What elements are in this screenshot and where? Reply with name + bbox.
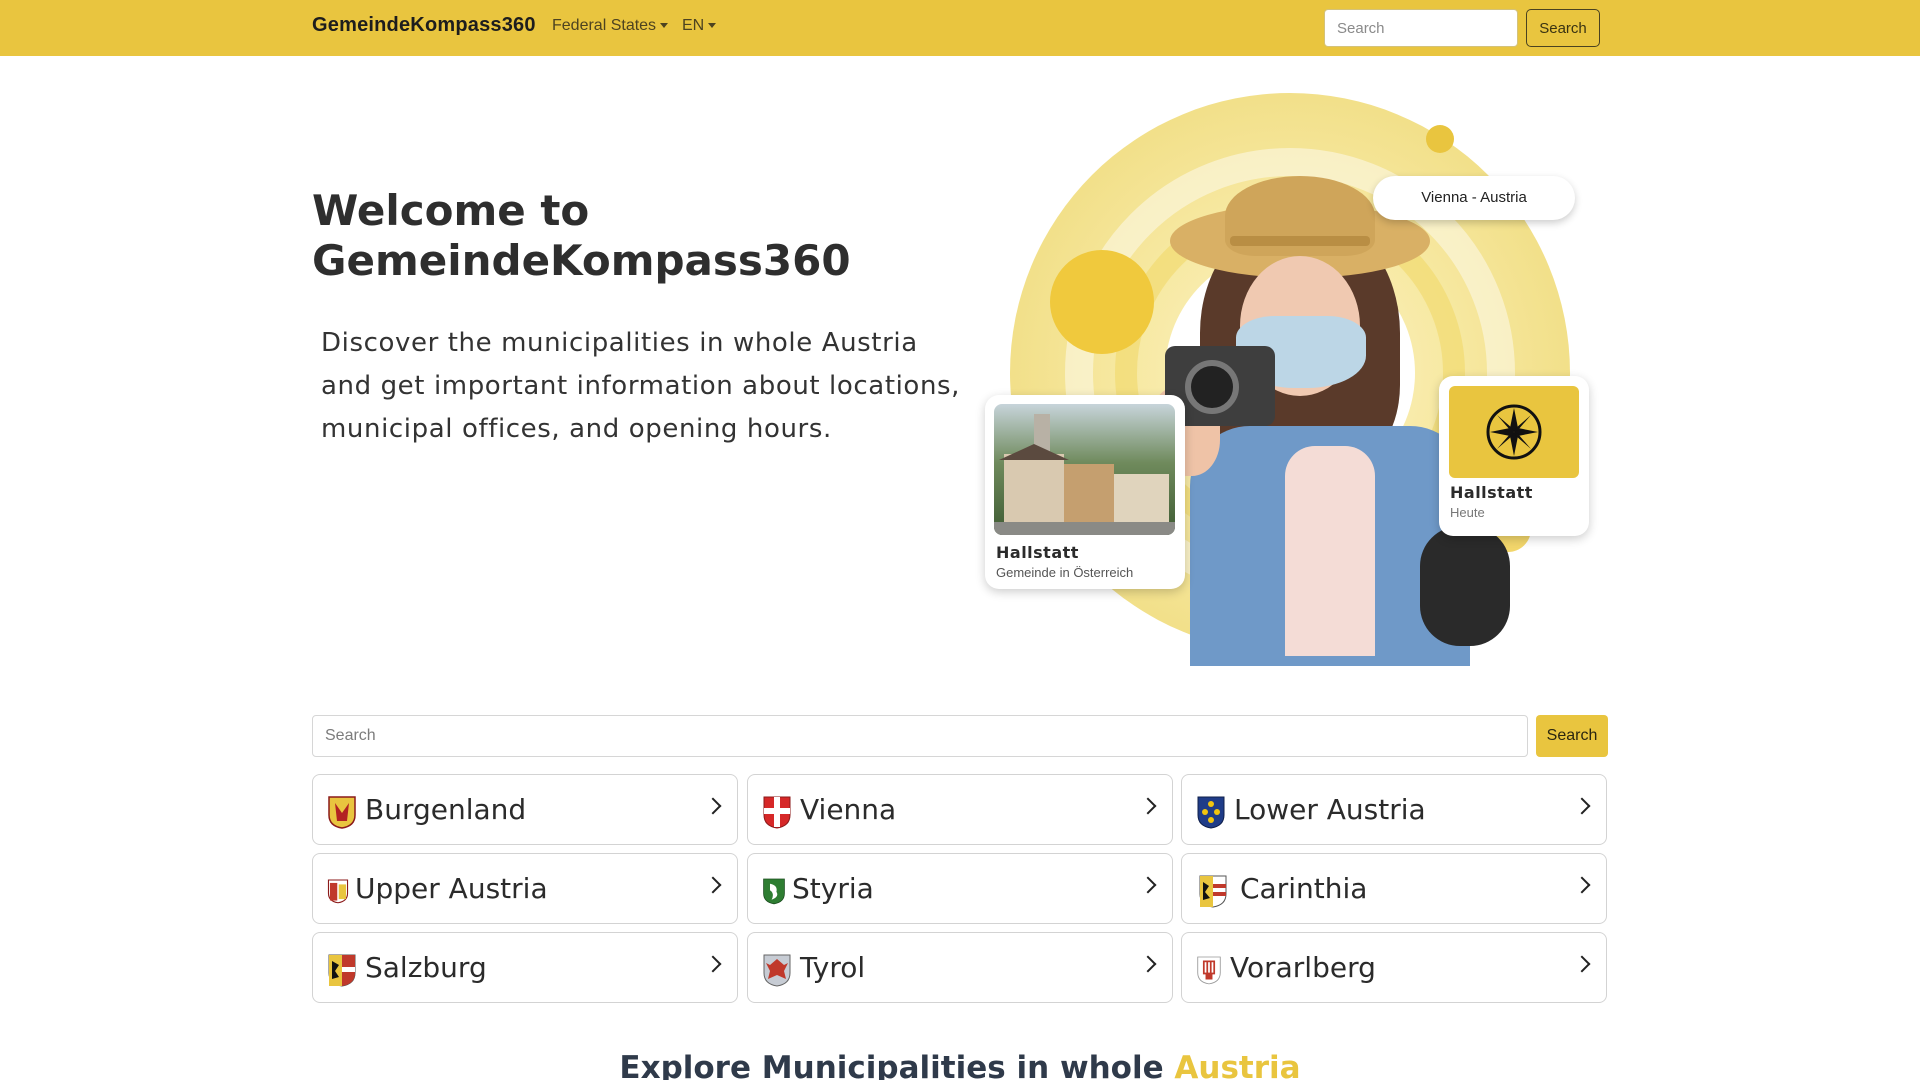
vorarlberg-crest-icon	[1197, 956, 1221, 985]
state-name: Tyrol	[800, 951, 866, 984]
language-label: EN	[682, 17, 705, 34]
hero-title: Welcome to GemeindeKompass360	[312, 186, 851, 285]
state-card-burgenland[interactable]: Burgenland	[312, 774, 738, 845]
chevron-right-icon	[1573, 876, 1591, 894]
chevron-right-icon	[704, 876, 722, 894]
decorative-dot	[1426, 125, 1454, 153]
explore-heading: Explore Municipalities in whole Austria	[0, 1050, 1920, 1080]
decorative-blob	[1050, 250, 1154, 354]
lens-shape	[1185, 360, 1239, 414]
chevron-right-icon	[704, 955, 722, 973]
hat-band-shape	[1230, 236, 1370, 246]
navbar-search-input[interactable]	[1324, 9, 1518, 47]
language-dropdown[interactable]: EN	[682, 17, 717, 35]
state-name: Vorarlberg	[1230, 951, 1376, 984]
state-name: Upper Austria	[355, 872, 548, 905]
photo-card-title: Hallstatt	[996, 543, 1079, 562]
state-card-lower-austria[interactable]: Lower Austria	[1181, 774, 1607, 845]
house-shape	[1064, 464, 1114, 524]
bag-shape	[1420, 526, 1510, 646]
compass-icon	[1486, 404, 1542, 460]
house-shape	[1004, 454, 1064, 524]
state-card-carinthia[interactable]: Carinthia	[1181, 853, 1607, 924]
caret-down-icon	[708, 23, 717, 29]
compass-card-subtitle: Heute	[1450, 505, 1485, 520]
compass-card-title: Hallstatt	[1450, 483, 1533, 502]
location-pill: Vienna - Austria	[1373, 176, 1575, 220]
hero-illustration: Vienna - Austria Hallstatt Gemeinde in Ö…	[985, 86, 1605, 666]
caret-down-icon	[660, 23, 669, 29]
state-card-upper-austria[interactable]: Upper Austria	[312, 853, 738, 924]
upper-austria-crest-icon	[327, 879, 349, 904]
chevron-right-icon	[1573, 797, 1591, 815]
hallstatt-compass-card: Hallstatt Heute	[1439, 376, 1589, 536]
hallstatt-image	[994, 404, 1175, 535]
municipality-search-input[interactable]	[312, 715, 1528, 757]
photo-card-subtitle: Gemeinde in Österreich	[996, 565, 1134, 580]
navbar-search-button[interactable]: Search	[1526, 9, 1600, 47]
hero-lead: Discover the municipalities in whole Aus…	[321, 328, 961, 444]
state-card-salzburg[interactable]: Salzburg	[312, 932, 738, 1003]
federal-states-label: Federal States	[552, 17, 657, 34]
vienna-crest-icon	[763, 796, 791, 829]
chevron-right-icon	[704, 797, 722, 815]
street-shape	[994, 522, 1175, 535]
federal-states-dropdown[interactable]: Federal States	[552, 17, 669, 35]
lower-austria-crest-icon	[1197, 796, 1225, 829]
state-name: Carinthia	[1240, 872, 1368, 905]
burgenland-crest-icon	[328, 796, 356, 829]
chevron-right-icon	[1139, 955, 1157, 973]
state-card-vorarlberg[interactable]: Vorarlberg	[1181, 932, 1607, 1003]
chevron-right-icon	[1139, 797, 1157, 815]
municipality-search-button[interactable]: Search	[1536, 715, 1608, 757]
brand-logo[interactable]: GemeindeKompass360	[312, 14, 536, 37]
hallstatt-photo-card: Hallstatt Gemeinde in Österreich	[985, 395, 1185, 589]
carinthia-crest-icon	[1199, 875, 1227, 908]
chevron-right-icon	[1573, 955, 1591, 973]
tyrol-crest-icon	[763, 954, 791, 987]
state-name: Vienna	[800, 793, 897, 826]
explore-heading-text: Explore Municipalities in whole	[619, 1050, 1164, 1080]
chevron-right-icon	[1139, 876, 1157, 894]
styria-crest-icon	[763, 878, 785, 905]
state-name: Lower Austria	[1234, 793, 1426, 826]
top-navbar: GemeindeKompass360 Federal States EN Sea…	[0, 0, 1920, 56]
compass-tile	[1449, 386, 1579, 478]
explore-heading-highlight: Austria	[1174, 1050, 1301, 1080]
top-shape	[1285, 446, 1375, 656]
state-card-styria[interactable]: Styria	[747, 853, 1173, 924]
state-card-vienna[interactable]: Vienna	[747, 774, 1173, 845]
state-card-tyrol[interactable]: Tyrol	[747, 932, 1173, 1003]
roof-shape	[999, 444, 1069, 460]
salzburg-crest-icon	[328, 954, 356, 987]
state-name: Burgenland	[365, 793, 527, 826]
state-name: Salzburg	[365, 951, 487, 984]
state-name: Styria	[792, 872, 874, 905]
house-shape	[1114, 474, 1169, 524]
